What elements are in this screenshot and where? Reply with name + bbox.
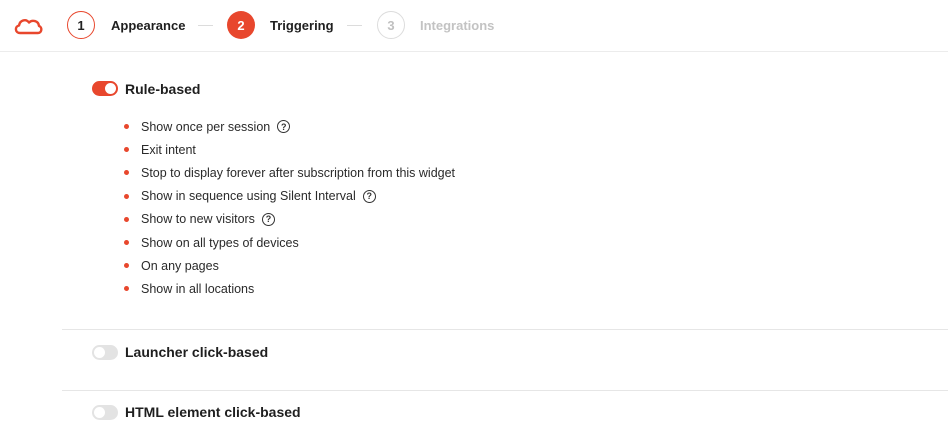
rule-item-any-pages: On any pages xyxy=(124,254,455,277)
rule-item-show-once: Show once per session ? xyxy=(124,115,455,138)
rule-item-stop-after-subscription: Stop to display forever after subscripti… xyxy=(124,161,455,184)
toggle-knob xyxy=(94,347,105,358)
rule-based-toggle[interactable] xyxy=(92,81,118,96)
section-divider xyxy=(62,390,948,391)
step-separator xyxy=(198,25,213,26)
help-icon[interactable]: ? xyxy=(261,212,275,226)
rule-text: On any pages xyxy=(141,258,219,273)
step-2-label[interactable]: Triggering xyxy=(270,18,334,34)
rule-list: Show once per session ? Exit intent Stop… xyxy=(124,115,455,301)
step-1-circle[interactable]: 1 xyxy=(67,11,95,39)
bullet-dot xyxy=(124,240,129,246)
section-divider xyxy=(62,329,948,330)
rule-text: Stop to display forever after subscripti… xyxy=(141,165,456,180)
rule-item-exit-intent: Exit intent xyxy=(124,138,455,161)
rule-item-all-locations: Show in all locations xyxy=(124,277,455,300)
rule-text: Show on all types of devices xyxy=(141,235,299,250)
rule-text: Show in all locations xyxy=(141,281,255,296)
toggle-knob xyxy=(94,407,105,418)
toggle-knob xyxy=(105,83,116,94)
step-3-circle[interactable]: 3 xyxy=(377,11,405,39)
help-icon[interactable]: ? xyxy=(362,189,376,203)
rule-text: Show once per session xyxy=(141,119,271,134)
rule-item-new-visitors: Show to new visitors ? xyxy=(124,208,455,231)
bullet-dot xyxy=(124,124,129,130)
launcher-click-toggle[interactable] xyxy=(92,345,118,360)
bullet-dot xyxy=(124,263,129,269)
cloud-logo-icon[interactable] xyxy=(13,16,43,36)
rule-item-all-devices: Show on all types of devices xyxy=(124,231,455,254)
bullet-dot xyxy=(124,193,129,199)
step-1-label[interactable]: Appearance xyxy=(111,18,185,34)
rule-text: Show in sequence using Silent Interval xyxy=(141,189,356,204)
help-icon[interactable]: ? xyxy=(277,120,291,134)
launcher-click-title: Launcher click-based xyxy=(125,344,269,360)
html-click-toggle[interactable] xyxy=(92,405,118,420)
bullet-dot xyxy=(124,286,129,292)
bullet-dot xyxy=(124,216,129,222)
wizard-header: 1 Appearance 2 Triggering 3 Integrations xyxy=(0,0,948,52)
bullet-dot xyxy=(124,147,129,153)
rule-item-silent-interval: Show in sequence using Silent Interval ? xyxy=(124,185,455,208)
step-2-circle[interactable]: 2 xyxy=(227,11,255,39)
rule-text: Show to new visitors xyxy=(141,212,255,227)
rule-based-title: Rule-based xyxy=(125,81,201,97)
html-click-title: HTML element click-based xyxy=(125,404,301,420)
bullet-dot xyxy=(124,170,129,176)
step-separator xyxy=(347,25,362,26)
rule-text: Exit intent xyxy=(141,142,196,157)
step-3-label[interactable]: Integrations xyxy=(420,18,494,34)
